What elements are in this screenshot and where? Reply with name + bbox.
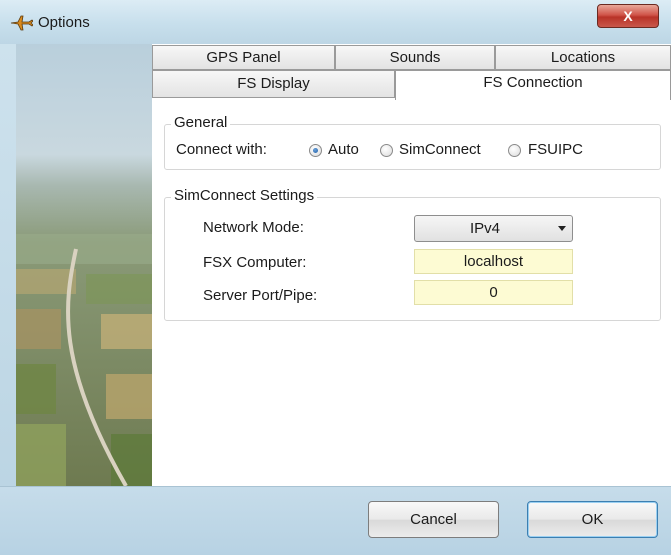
- radio-simconnect[interactable]: [380, 144, 393, 157]
- simconnect-settings-title: SimConnect Settings: [171, 187, 318, 204]
- title-bar[interactable]: Options X: [0, 0, 671, 44]
- tab-gps-panel[interactable]: GPS Panel: [152, 45, 335, 70]
- general-group-title: General: [171, 114, 231, 131]
- plane-icon: [10, 15, 33, 31]
- aerial-photo: [16, 44, 152, 486]
- tab-fs-display[interactable]: FS Display: [152, 70, 395, 98]
- cancel-button[interactable]: Cancel: [368, 501, 499, 538]
- network-mode-value: IPv4: [469, 220, 500, 237]
- server-port-field[interactable]: 0: [414, 280, 573, 305]
- radio-auto-label[interactable]: Auto: [328, 141, 359, 158]
- content-panel: GPS Panel Sounds Locations FS Display FS…: [152, 44, 671, 486]
- chevron-down-icon: [558, 226, 566, 231]
- connect-with-label: Connect with:: [176, 141, 267, 158]
- fsx-computer-field[interactable]: localhost: [414, 249, 573, 274]
- close-button[interactable]: X: [597, 4, 659, 28]
- tab-fs-connection[interactable]: FS Connection: [395, 70, 671, 100]
- radio-fsuipc-label[interactable]: FSUIPC: [528, 141, 583, 158]
- tab-locations[interactable]: Locations: [495, 45, 671, 70]
- close-icon: X: [623, 8, 633, 24]
- radio-fsuipc[interactable]: [508, 144, 521, 157]
- window-title: Options: [38, 14, 90, 31]
- radio-auto[interactable]: [309, 144, 322, 157]
- network-mode-select[interactable]: IPv4: [414, 215, 573, 242]
- fsx-computer-label: FSX Computer:: [203, 254, 307, 271]
- button-bar: Cancel OK: [0, 486, 671, 555]
- options-window: Options X GPS Panel Sounds Locations FS …: [0, 0, 671, 555]
- ok-button[interactable]: OK: [527, 501, 658, 538]
- tab-sounds[interactable]: Sounds: [335, 45, 495, 70]
- radio-simconnect-label[interactable]: SimConnect: [399, 141, 481, 158]
- server-port-label: Server Port/Pipe:: [203, 287, 318, 304]
- network-mode-label: Network Mode:: [203, 219, 304, 236]
